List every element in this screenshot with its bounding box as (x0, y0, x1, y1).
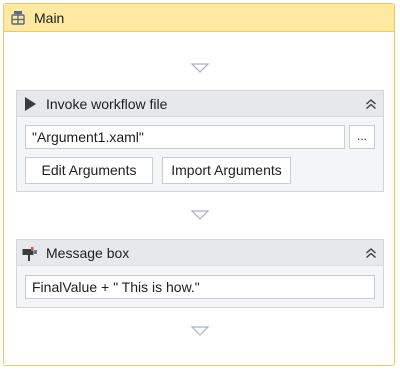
message-box-title: Message box (46, 244, 130, 261)
import-arguments-button[interactable]: Import Arguments (162, 157, 291, 184)
sequence-title: Main (34, 9, 65, 26)
double-chevron-up-icon (366, 247, 376, 258)
drop-arrow-icon[interactable] (191, 210, 209, 220)
invoke-workflow-activity[interactable]: Invoke workflow file "Argument1.xaml" ..… (16, 90, 384, 192)
collapse-button[interactable] (359, 242, 383, 264)
drop-arrow-icon[interactable] (191, 63, 209, 73)
workflow-file-input[interactable]: "Argument1.xaml" (25, 125, 345, 149)
edit-arguments-button[interactable]: Edit Arguments (25, 157, 153, 184)
sequence-icon (10, 10, 26, 26)
drop-arrow-icon[interactable] (191, 326, 209, 336)
invoke-workflow-title: Invoke workflow file (46, 95, 168, 112)
play-triangle-icon (22, 96, 38, 112)
double-chevron-up-icon (366, 98, 376, 109)
browse-file-button[interactable]: ... (349, 125, 375, 149)
sequence-header[interactable]: Main (4, 4, 394, 32)
message-text-input[interactable]: FinalValue + " This is how." (25, 275, 375, 299)
message-box-icon (22, 245, 38, 261)
message-box-header[interactable]: Message box (17, 240, 383, 266)
invoke-workflow-header[interactable]: Invoke workflow file (17, 91, 383, 117)
collapse-button[interactable] (359, 93, 383, 115)
main-sequence[interactable]: Main Invoke workflow file "Argument1.xam… (3, 3, 395, 366)
message-box-activity[interactable]: Message box FinalValue + " This is how." (16, 239, 384, 308)
